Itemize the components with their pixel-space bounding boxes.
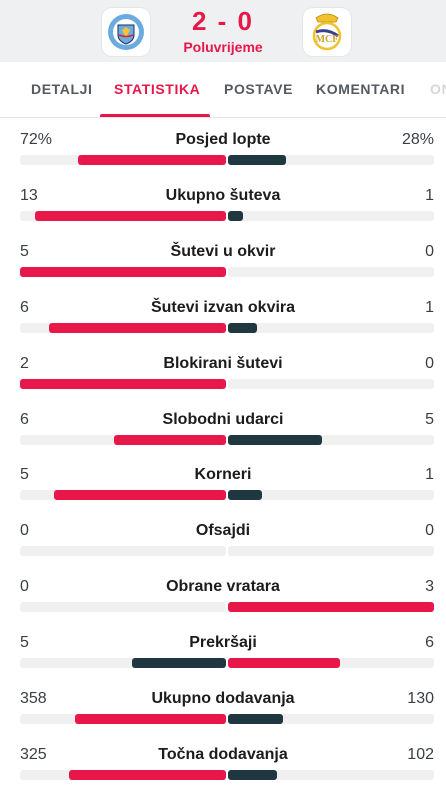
stat-away-value: 3 (425, 578, 434, 595)
match-header: 2 - 0 Poluvrijeme MCF (0, 0, 446, 62)
stat-away-bar-track (228, 546, 434, 556)
stat-home-bar-track (20, 435, 226, 445)
stat-row: 5 Prekršaji 6 (0, 621, 446, 677)
real-madrid-crest-icon: MCF (312, 13, 342, 51)
match-period: Poluvrijeme (183, 39, 263, 55)
stat-home-bar-track (20, 602, 226, 612)
stat-home-bar (20, 267, 226, 277)
stat-away-value: 1 (425, 187, 434, 204)
stat-label: Blokirani šutevi (163, 355, 283, 372)
stat-row: 5 Korneri 1 (0, 453, 446, 509)
stat-away-value: 6 (425, 634, 434, 651)
stat-home-bar (34, 211, 226, 221)
stat-away-bar (228, 435, 322, 445)
stat-away-value: 0 (425, 522, 434, 539)
stat-away-bar-track (228, 211, 434, 221)
stat-row: 5 Šutevi u okvir 0 (0, 230, 446, 286)
stat-label: Prekršaji (189, 634, 257, 651)
stat-away-bar-track (228, 323, 434, 333)
stat-away-bar (228, 658, 341, 668)
stat-away-value: 1 (425, 466, 434, 483)
svg-text:MCF: MCF (316, 34, 339, 45)
stat-home-bar-track (20, 658, 226, 668)
stat-away-bar-track (228, 602, 434, 612)
stat-away-value: 28% (401, 131, 434, 148)
stat-home-bar-track (20, 379, 226, 389)
stat-row: 325 Točna dodavanja 102 (0, 733, 446, 789)
tab-bar: DETALJI STATISTIKA POSTAVE KOMENTARI ON (0, 62, 446, 118)
stat-home-bar (113, 435, 226, 445)
stat-away-bar (228, 323, 258, 333)
stat-away-bar-track (228, 770, 434, 780)
stat-home-bar-track (20, 211, 226, 221)
stat-away-value: 1 (425, 299, 434, 316)
tab-more[interactable]: ON (430, 81, 446, 97)
stat-home-bar (74, 714, 226, 724)
stat-row: 0 Obrane vratara 3 (0, 565, 446, 621)
stat-home-bar-track (20, 155, 226, 165)
stat-label: Šutevi u okvir (170, 243, 276, 260)
stat-home-bar (20, 379, 226, 389)
match-score: 2 - 0 (191, 6, 255, 36)
stat-home-bar-track (20, 267, 226, 277)
stat-away-bar (228, 155, 286, 165)
stat-row: 358 Ukupno dodavanja 130 (0, 677, 446, 733)
stat-label: Slobodni udarci (162, 411, 284, 428)
stat-label: Točna dodavanja (158, 746, 288, 763)
stat-away-bar (228, 714, 283, 724)
stat-away-value: 5 (425, 411, 434, 428)
stat-away-bar-track (228, 714, 434, 724)
stat-label: Ukupno šuteva (165, 187, 281, 204)
stat-away-value: 0 (425, 355, 434, 372)
stat-home-bar-track (20, 770, 226, 780)
stat-label: Šutevi izvan okvira (150, 299, 296, 316)
stat-label: Ofsajdi (195, 522, 251, 539)
stat-away-bar-track (228, 435, 434, 445)
stat-away-bar-track (228, 267, 434, 277)
stat-home-bar-track (20, 323, 226, 333)
tab-statistics[interactable]: STATISTIKA (114, 81, 200, 97)
stat-row: 0 Ofsajdi 0 (0, 509, 446, 565)
stat-home-bar-track (20, 714, 226, 724)
stat-away-value: 0 (425, 243, 434, 260)
stat-home-bar (49, 323, 226, 333)
stat-away-bar-track (228, 658, 434, 668)
stat-away-value: 102 (407, 746, 434, 763)
stat-home-bar-track (20, 490, 226, 500)
stat-label: Ukupno dodavanja (151, 690, 295, 707)
stat-away-bar-track (228, 379, 434, 389)
stat-row: 72% Posjed lopte 28% (0, 118, 446, 174)
stat-home-bar-track (20, 546, 226, 556)
stat-away-bar (228, 490, 263, 500)
stat-label: Posjed lopte (175, 131, 271, 148)
tab-commentary[interactable]: KOMENTARI (316, 81, 405, 97)
stat-home-bar (132, 658, 226, 668)
stat-away-bar (228, 770, 278, 780)
tab-details[interactable]: DETALJI (31, 81, 93, 97)
stat-away-value: 130 (407, 690, 434, 707)
stat-label: Obrane vratara (166, 578, 280, 595)
stat-away-bar-track (228, 155, 434, 165)
stat-row: 6 Slobodni udarci 5 (0, 398, 446, 454)
stat-away-bar (228, 211, 243, 221)
stat-away-bar (228, 602, 434, 612)
stat-row: 2 Blokirani šutevi 0 (0, 342, 446, 398)
stat-home-bar (69, 770, 226, 780)
stat-home-bar (77, 155, 226, 165)
stat-away-bar-track (228, 490, 434, 500)
stat-label: Korneri (194, 466, 252, 483)
stat-row: 13 Ukupno šuteva 1 (0, 174, 446, 230)
away-team-logo[interactable]: MCF (303, 8, 351, 56)
tab-lineups[interactable]: POSTAVE (224, 81, 293, 97)
stat-home-bar (54, 490, 226, 500)
stat-row: 6 Šutevi izvan okvira 1 (0, 286, 446, 342)
